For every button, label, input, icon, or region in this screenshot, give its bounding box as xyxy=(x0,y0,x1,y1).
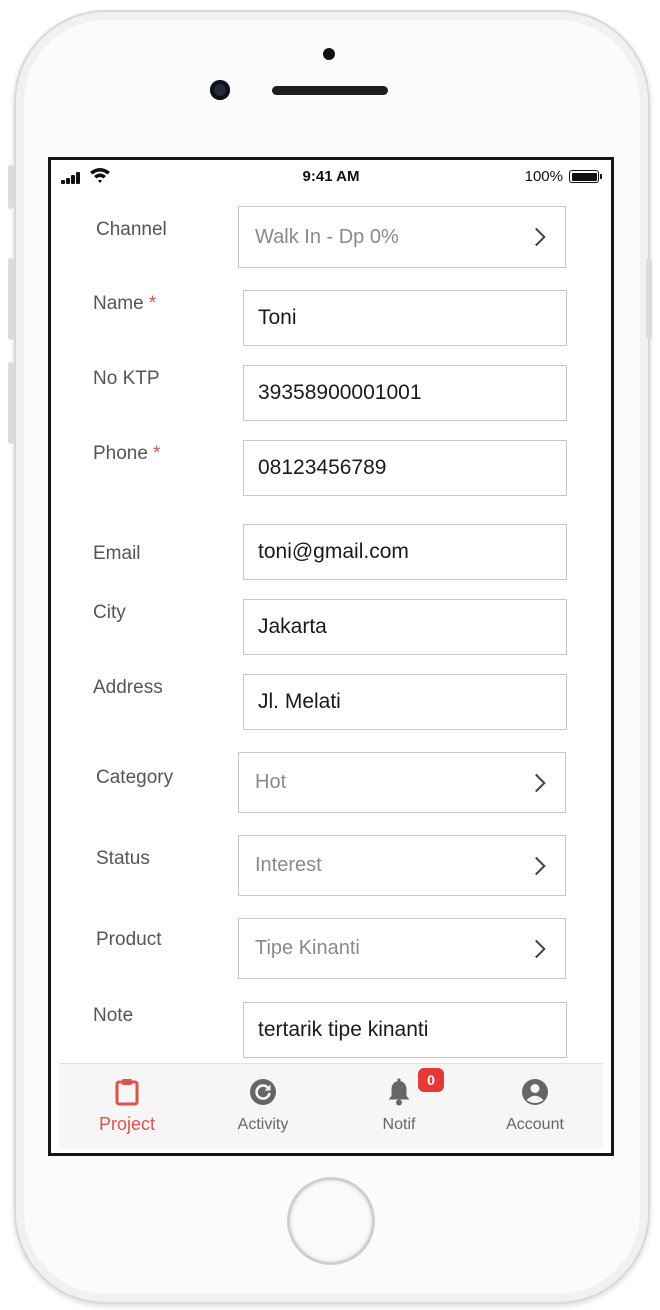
address-label: Address xyxy=(93,677,163,698)
nav-activity[interactable]: Activity xyxy=(195,1064,331,1149)
chevron-right-icon xyxy=(527,227,546,247)
screen: 9:41 AM 100% Channel Walk In - Dp 0% Nam… xyxy=(48,157,614,1156)
email-field[interactable]: toni@gmail.com xyxy=(243,524,567,580)
chevron-right-icon xyxy=(527,856,546,875)
power-button xyxy=(646,258,652,340)
name-field[interactable]: Toni xyxy=(243,290,567,346)
name-label: Name * xyxy=(93,293,157,314)
home-button[interactable] xyxy=(287,1177,375,1265)
no-ktp-value: 39358900001001 xyxy=(258,381,422,404)
battery-percent: 100% xyxy=(524,168,563,185)
phone-field[interactable]: 08123456789 xyxy=(243,440,567,496)
phone-value: 08123456789 xyxy=(258,456,387,479)
required-mark: * xyxy=(148,293,157,314)
product-label: Product xyxy=(96,929,162,950)
proximity-sensor xyxy=(323,48,335,60)
no-ktp-label: No KTP xyxy=(93,368,160,389)
nav-project-label: Project xyxy=(98,1114,156,1134)
volume-up-button xyxy=(8,258,14,340)
notif-badge: 0 xyxy=(418,1068,444,1092)
city-label: City xyxy=(93,602,126,623)
status-select[interactable]: Interest xyxy=(238,835,566,896)
channel-select[interactable]: Walk In - Dp 0% xyxy=(238,206,566,268)
channel-label: Channel xyxy=(96,219,167,240)
note-label: Note xyxy=(93,1005,134,1026)
address-field[interactable]: Jl. Melati xyxy=(243,674,567,730)
front-camera xyxy=(210,80,230,100)
nav-project[interactable]: Project xyxy=(59,1064,195,1149)
refresh-icon xyxy=(250,1079,276,1105)
clipboard-icon xyxy=(115,1079,139,1106)
phone-label: Phone * xyxy=(93,443,161,464)
email-value: toni@gmail.com xyxy=(258,540,409,563)
nav-activity-label: Activity xyxy=(237,1116,289,1133)
category-label: Category xyxy=(96,767,174,788)
mute-switch xyxy=(8,165,14,209)
city-field[interactable]: Jakarta xyxy=(243,599,567,655)
status-label: Status xyxy=(96,848,150,869)
category-select[interactable]: Hot xyxy=(238,752,566,813)
account-circle-icon xyxy=(522,1079,548,1105)
product-select[interactable]: Tipe Kinanti xyxy=(238,918,566,979)
city-value: Jakarta xyxy=(258,615,327,638)
note-field[interactable]: tertarik tipe kinanti xyxy=(243,1002,567,1058)
chevron-right-icon xyxy=(527,939,546,958)
channel-value: Walk In - Dp 0% xyxy=(255,225,399,248)
no-ktp-field[interactable]: 39358900001001 xyxy=(243,365,567,421)
required-mark: * xyxy=(152,443,161,464)
volume-down-button xyxy=(8,362,14,444)
earpiece-speaker xyxy=(272,86,388,95)
product-value: Tipe Kinanti xyxy=(255,937,360,959)
address-value: Jl. Melati xyxy=(258,690,341,713)
battery-icon xyxy=(569,170,602,183)
chevron-right-icon xyxy=(527,773,546,792)
nav-account[interactable]: Account xyxy=(467,1064,603,1149)
name-value: Toni xyxy=(258,306,297,329)
nav-account-label: Account xyxy=(506,1116,564,1133)
status-bar: 9:41 AM 100% xyxy=(51,160,611,194)
bottom-nav: Project Activity Notif Account 0 xyxy=(59,1063,603,1149)
note-value: tertarik tipe kinanti xyxy=(258,1018,429,1041)
email-label: Email xyxy=(93,543,141,564)
nav-notif-label: Notif xyxy=(382,1116,416,1133)
nav-notif[interactable]: Notif xyxy=(331,1064,467,1149)
bell-icon xyxy=(388,1078,410,1106)
category-value: Hot xyxy=(255,771,287,793)
status-value: Interest xyxy=(255,854,322,876)
